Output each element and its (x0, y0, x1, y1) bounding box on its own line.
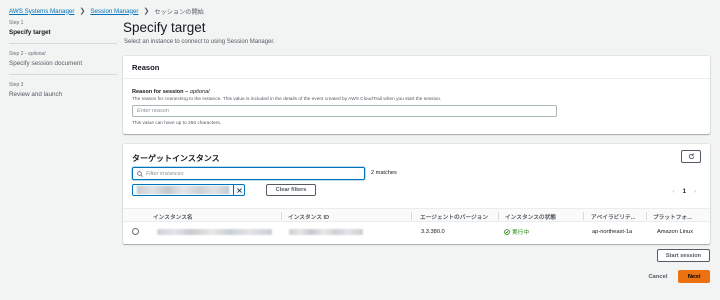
chevron-left-icon[interactable]: ‹ (673, 189, 675, 195)
instance-name-redacted (157, 228, 272, 235)
refresh-icon (688, 153, 694, 160)
instance-state-cell: 実行中 (504, 222, 529, 241)
pagination: ‹ 1 › (673, 189, 696, 195)
column-platform[interactable]: プラットフォ... (653, 209, 708, 223)
reason-description: The reason for connecting to the instanc… (132, 97, 442, 102)
instance-id-redacted (289, 228, 363, 235)
table-row[interactable]: 3.3.380.0 実行中 ap-northeast-1a Amazon Lin… (123, 222, 710, 241)
breadcrumb-current: セッションの開始 (154, 8, 204, 16)
step-title-session-document[interactable]: Specify session document (9, 60, 117, 67)
breadcrumb-link-session-manager[interactable]: Session Manager (90, 8, 138, 15)
remove-filter-button[interactable] (233, 185, 244, 195)
filter-token-value-redacted (137, 186, 229, 194)
step-number: Step 3 (9, 82, 24, 88)
column-divider (583, 212, 584, 220)
breadcrumb-link-systems-manager[interactable]: AWS Systems Manager (9, 8, 74, 15)
clear-filters-button[interactable]: Clear filters (266, 184, 316, 196)
target-instances-panel: ターゲットインスタンス 2 matches Clear filters ‹ 1 … (123, 144, 710, 244)
step-title-specify-target: Specify target (9, 29, 51, 36)
step-number-text: Step 2 (9, 51, 24, 57)
step-title-review-launch[interactable]: Review and launch (9, 91, 117, 98)
step-optional: optional (27, 51, 46, 57)
start-session-button[interactable]: Start session (657, 249, 710, 262)
reason-input[interactable] (132, 105, 557, 117)
filter-instances-field[interactable] (132, 167, 365, 180)
step-number: Step 1 (9, 20, 24, 26)
step-number: Step 2 - optional (9, 51, 46, 57)
page-title: Specify target (123, 20, 206, 35)
target-instances-title: ターゲットインスタンス (132, 154, 220, 163)
reason-header: Reason (123, 56, 710, 79)
row-select-cell (132, 222, 139, 241)
agent-version-cell: 3.3.380.0 (421, 228, 445, 235)
page-description: Select an instance to connect to using S… (124, 39, 275, 45)
reason-panel: Reason Reason for session – optional The… (123, 56, 710, 134)
reason-optional: optional (189, 89, 210, 95)
pagination-current-page[interactable]: 1 (683, 189, 686, 195)
row-select-radio[interactable] (132, 228, 139, 235)
filter-instances-input[interactable] (146, 170, 364, 177)
wizard-step-3: Step 3 Review and launch (9, 82, 117, 105)
availability-zone-cell: ap-northeast-1a (592, 228, 633, 235)
column-divider (498, 212, 499, 220)
check-circle-icon (504, 228, 510, 235)
table-header: インスタンス名 インスタンス ID エージェントのバージョン インスタンスの状態… (123, 208, 710, 222)
column-divider (281, 212, 282, 220)
filter-token (132, 184, 245, 196)
search-icon (137, 170, 143, 177)
filter-match-count: 2 matches (371, 170, 397, 176)
cancel-button[interactable]: Cancel (644, 270, 672, 283)
instance-id-cell (289, 222, 363, 241)
wizard-step-1: Step 1 Specify target (9, 20, 117, 44)
next-button[interactable]: Next (678, 270, 710, 283)
wizard-step-2: Step 2 - optional Specify session docume… (9, 51, 117, 75)
platform-cell: Amazon Linux (657, 228, 694, 235)
column-instance-id[interactable]: インスタンス ID (288, 209, 403, 223)
wizard-steps: Step 1 Specify target Step 2 - optional … (9, 20, 117, 112)
reason-label: Reason for session – optional (132, 89, 210, 95)
breadcrumb: AWS Systems Manager ❯ Session Manager ❯ … (9, 6, 204, 16)
close-icon (236, 187, 242, 193)
chevron-right-icon: ❯ (143, 8, 150, 15)
chevron-right-icon[interactable]: › (694, 189, 696, 195)
reason-constraint: This value can have up to 256 characters… (132, 121, 222, 126)
instance-name-cell (157, 222, 272, 241)
reason-label-text: Reason for session (132, 89, 184, 95)
column-agent-version[interactable]: エージェントのバージョン (420, 209, 506, 223)
refresh-button[interactable] (681, 150, 701, 163)
column-divider (646, 212, 647, 220)
chevron-right-icon: ❯ (79, 8, 86, 15)
column-instance-name[interactable]: インスタンス名 (153, 209, 273, 223)
instances-table: インスタンス名 インスタンス ID エージェントのバージョン インスタンスの状態… (123, 208, 710, 241)
column-instance-state[interactable]: インスタンスの状態 (505, 209, 590, 223)
instance-state-text: 実行中 (512, 230, 530, 236)
column-divider (411, 212, 412, 220)
column-availability-zone[interactable]: アベイラビリテ... (591, 209, 646, 223)
